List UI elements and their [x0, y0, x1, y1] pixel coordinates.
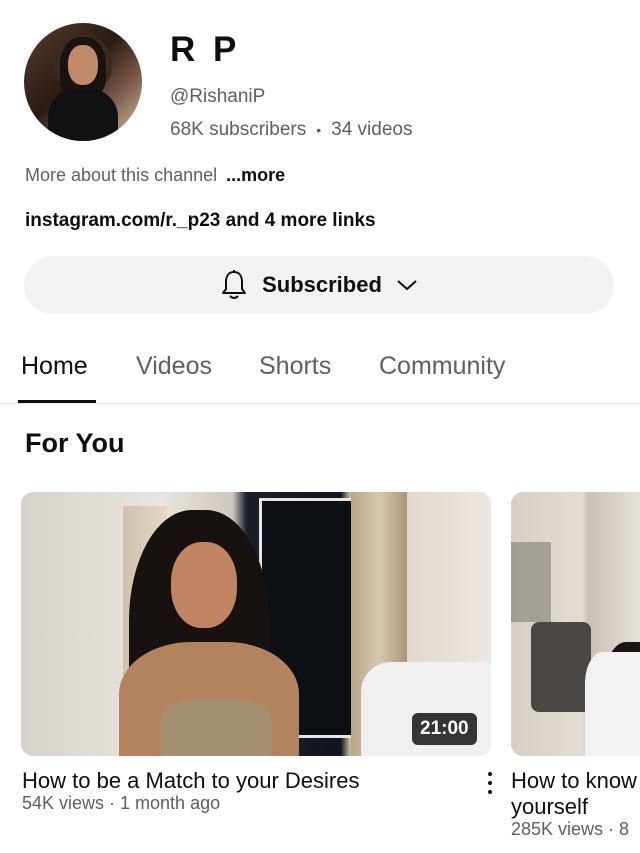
avatar-body	[48, 89, 118, 141]
video-title[interactable]: How to be a Match to your Desires	[22, 768, 359, 794]
more-options-icon[interactable]	[482, 770, 498, 796]
channel-links[interactable]: instagram.com/r._p23 and 4 more links	[25, 210, 376, 232]
active-tab-indicator	[18, 400, 96, 403]
channel-name: R P	[170, 30, 241, 69]
chevron-down-icon	[396, 278, 418, 292]
channel-stats: 68K subscribers • 34 videos	[170, 119, 412, 141]
avatar-face	[68, 45, 98, 85]
about-more-link[interactable]: ...more	[226, 165, 285, 185]
video-meta: 54K views · 1 month ago	[22, 793, 221, 813]
channel-avatar[interactable]	[24, 23, 142, 141]
video-meta: 285K views · 8	[511, 819, 630, 839]
thumbnail-wall-photos	[511, 542, 551, 622]
tab-home[interactable]: Home	[21, 352, 88, 381]
tab-videos[interactable]: Videos	[136, 352, 212, 381]
about-channel[interactable]: More about this channel ...more	[25, 165, 285, 186]
video-duration-badge: 21:00	[412, 713, 477, 745]
tab-shorts[interactable]: Shorts	[259, 352, 331, 381]
bell-icon	[220, 269, 248, 301]
subscriber-count: 68K subscribers	[170, 119, 307, 140]
video-thumbnail[interactable]	[511, 492, 640, 756]
subscribed-button[interactable]: Subscribed	[24, 256, 614, 314]
thumbnail-person-top	[161, 700, 271, 756]
channel-handle: @RishaniP	[170, 86, 266, 107]
stats-separator: •	[316, 122, 322, 138]
video-count: 34 videos	[331, 119, 413, 140]
channel-tabs: Home Videos Shorts Community	[0, 340, 640, 404]
video-title[interactable]: How to know yourself	[511, 768, 640, 820]
thumbnail-person-face	[171, 542, 237, 628]
thumbnail-chair	[531, 622, 591, 712]
about-text: More about this channel	[25, 165, 218, 185]
thumbnail-person	[585, 652, 640, 756]
section-title: For You	[25, 428, 125, 458]
tab-community[interactable]: Community	[379, 352, 505, 381]
subscribed-label: Subscribed	[262, 272, 382, 297]
